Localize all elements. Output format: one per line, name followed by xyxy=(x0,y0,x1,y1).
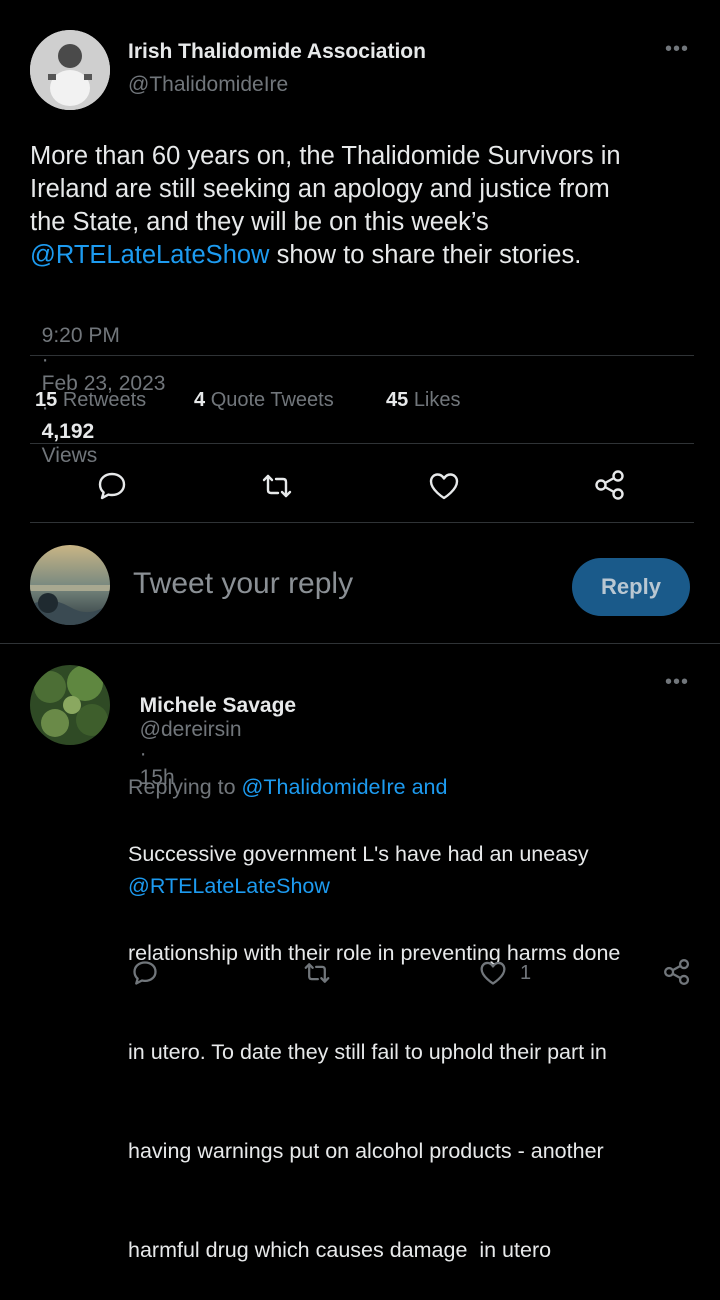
stat-count: 4 xyxy=(194,389,206,411)
meta-separator: · xyxy=(41,348,49,371)
reply-text-line: in utero. To date they still fail to uph… xyxy=(128,1040,607,1064)
divider xyxy=(0,643,720,644)
tweet-text-tail: show to share their stories. xyxy=(269,241,582,269)
stat-count: 15 xyxy=(35,389,58,411)
views-label: Views xyxy=(41,444,98,467)
more-dots-icon[interactable]: ••• xyxy=(665,672,689,692)
user-avatar[interactable] xyxy=(30,545,110,625)
stat-count: 45 xyxy=(386,389,409,411)
comment-icon[interactable] xyxy=(96,470,128,502)
tweet-text-line: Ireland are still seeking an apology and… xyxy=(30,175,610,203)
stat-label: Quote Tweets xyxy=(210,389,334,411)
tweet-time[interactable]: 9:20 PM xyxy=(42,324,120,347)
tweet-text-line: the State, and they will be on this week… xyxy=(30,208,489,236)
reply-text-line: relationship with their role in preventi… xyxy=(128,941,621,965)
views-count: 4,192 xyxy=(41,420,95,443)
heart-icon[interactable] xyxy=(478,959,508,987)
retweet-icon[interactable] xyxy=(302,960,332,986)
stat-quote-tweets[interactable]: 4 Quote Tweets xyxy=(194,389,334,412)
like-count: 1 xyxy=(520,962,532,984)
tweet-text-line: More than 60 years on, the Thalidomide S… xyxy=(30,142,621,170)
share-icon[interactable] xyxy=(663,958,691,986)
reply-author-avatar[interactable] xyxy=(30,665,110,745)
share-icon[interactable] xyxy=(594,469,626,501)
divider xyxy=(30,443,694,444)
reply-text-line: Successive government L's have had an un… xyxy=(128,842,589,866)
stat-label: Likes xyxy=(413,389,461,411)
tweet-text: More than 60 years on, the Thalidomide S… xyxy=(30,140,700,272)
reply-button[interactable]: Reply xyxy=(572,558,690,616)
retweet-icon[interactable] xyxy=(260,471,294,501)
mention-link[interactable]: @RTELateLateShow xyxy=(30,241,269,269)
reply-input[interactable]: Tweet your reply xyxy=(133,567,353,601)
stat-retweets[interactable]: 15 Retweets xyxy=(35,389,146,412)
stat-likes[interactable]: 45 Likes xyxy=(386,389,461,412)
author-handle[interactable]: @ThalidomideIre xyxy=(128,73,288,97)
stat-label: Retweets xyxy=(62,389,147,411)
more-dots-icon[interactable]: ••• xyxy=(665,39,689,59)
reply-text-line: harmful drug which causes damage in uter… xyxy=(128,1238,552,1262)
reply-text-line: having warnings put on alcohol products … xyxy=(128,1139,604,1163)
heart-icon[interactable] xyxy=(427,470,461,502)
tweet-text-line: @RTELateLateShow show to share their sto… xyxy=(30,239,700,272)
divider xyxy=(30,355,694,356)
reply-text: Successive government L's have had an un… xyxy=(128,772,708,1300)
comment-icon[interactable] xyxy=(131,959,159,987)
divider xyxy=(30,522,694,523)
author-name[interactable]: Irish Thalidomide Association xyxy=(128,40,426,64)
author-avatar[interactable] xyxy=(30,30,110,110)
